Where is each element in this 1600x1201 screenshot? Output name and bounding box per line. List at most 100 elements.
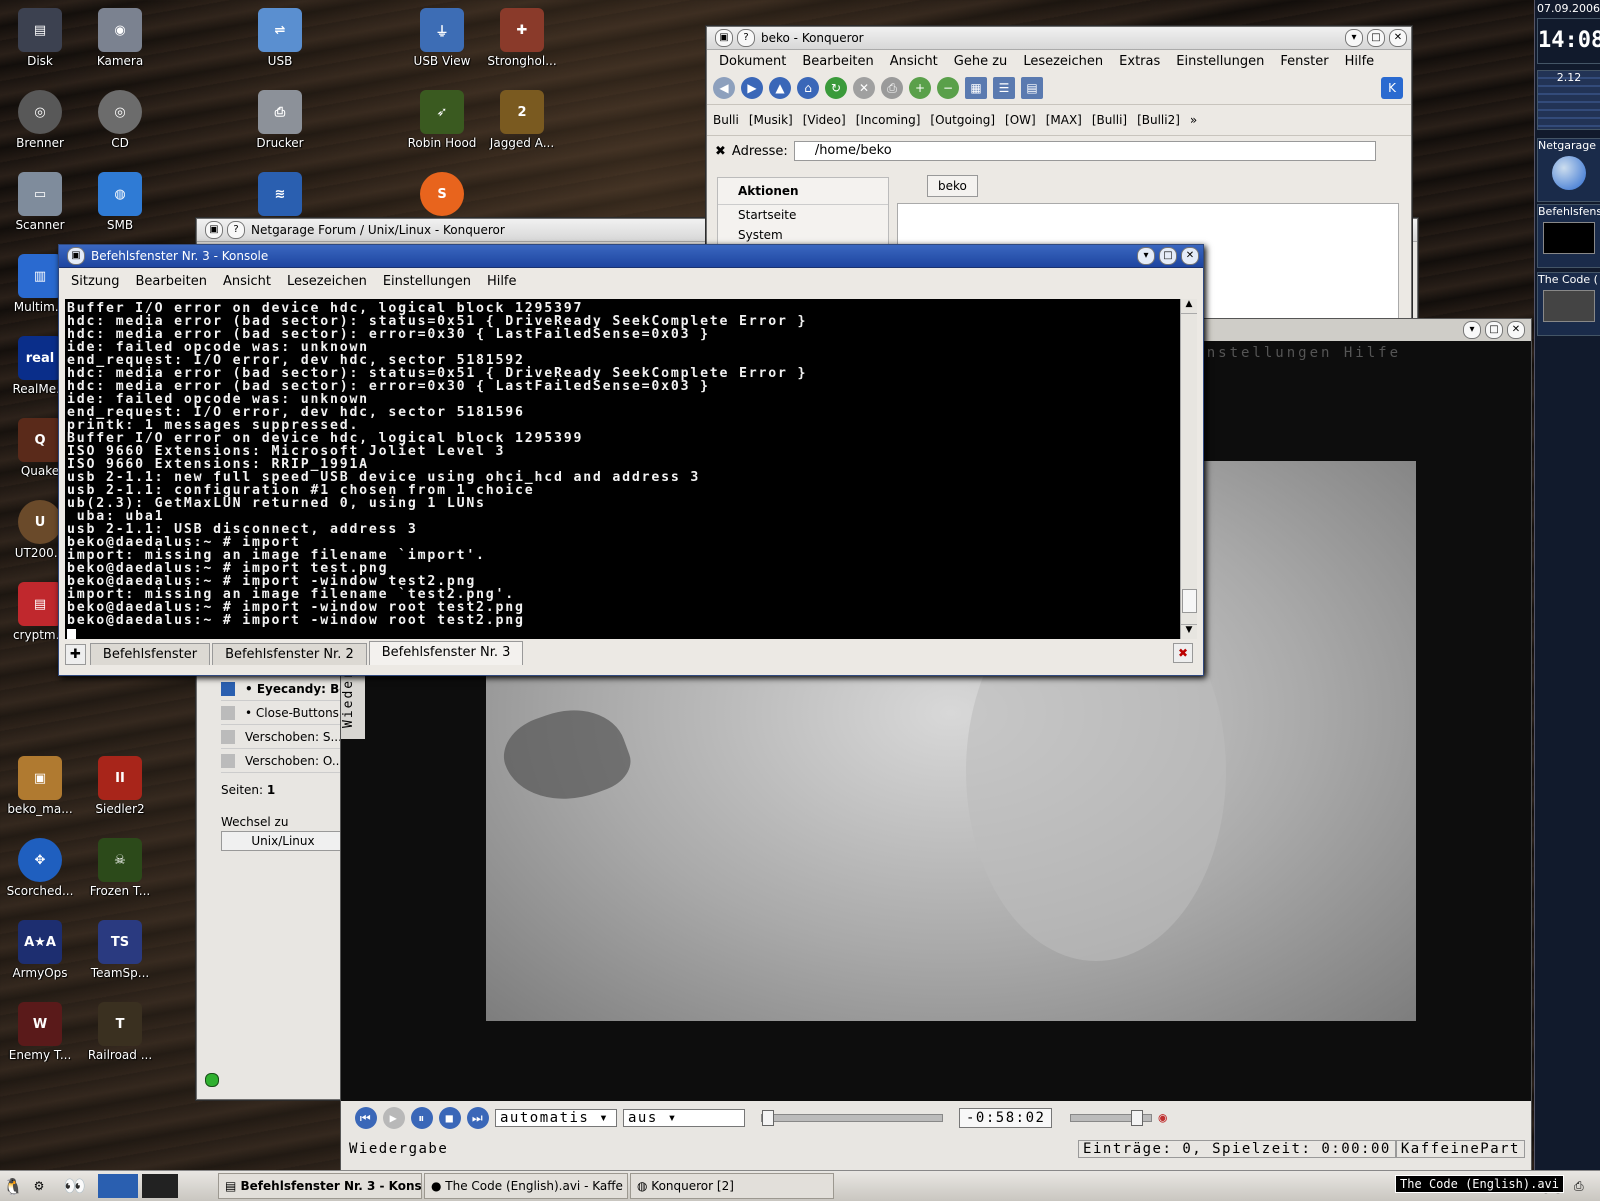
menu-gehe-zu[interactable]: Gehe zu <box>946 54 1016 69</box>
panel-clock[interactable]: 14:08 <box>1537 18 1600 64</box>
tab-befehlsfenster-3[interactable]: Befehlsfenster Nr. 3 <box>368 641 524 665</box>
menu-einstellungen[interactable]: Einstellungen <box>375 274 479 289</box>
desktop-icon-cd[interactable]: ◎ CD <box>82 90 158 150</box>
maximize-icon[interactable]: □ <box>1159 247 1177 265</box>
icon-view-icon[interactable]: ▦ <box>965 77 987 99</box>
clear-location-icon[interactable]: ✖ <box>715 144 726 159</box>
view-tab[interactable]: beko <box>927 175 978 197</box>
desktop-icon-drucker[interactable]: ⎙ Drucker <box>242 90 318 150</box>
next-icon[interactable]: ⏭ <box>467 1107 489 1129</box>
position-slider-knob[interactable] <box>762 1110 774 1126</box>
forward-icon[interactable]: ▶ <box>741 77 763 99</box>
desktop-icon-scanner[interactable]: ▭ Scanner <box>2 172 78 232</box>
reload-icon[interactable]: ↻ <box>825 77 847 99</box>
desktop-icon-robin-hood[interactable]: ➶ Robin Hood <box>404 90 480 150</box>
desktop-pager-icon[interactable] <box>98 1174 138 1198</box>
desktop-icon-frozen-throne[interactable]: ☠ Frozen T... <box>82 838 158 898</box>
desktop-icon-enemy-territory[interactable]: W Enemy T... <box>2 1002 78 1062</box>
print-icon[interactable]: ⎙ <box>881 77 903 99</box>
menu-bearbeiten[interactable]: Bearbeiten <box>794 54 881 69</box>
konsole-app-icon[interactable]: ▣ <box>67 247 85 265</box>
menu-lesezeichen[interactable]: Lesezeichen <box>279 274 375 289</box>
panel-cpu-graph[interactable]: 2.12 <box>1537 70 1600 130</box>
menu-hilfe[interactable]: Hilfe <box>1337 54 1383 69</box>
position-slider[interactable] <box>761 1110 943 1126</box>
menu-ansicht[interactable]: Ansicht <box>215 274 279 289</box>
desktop-icon-disk[interactable]: ▤ Disk <box>2 8 78 68</box>
zoom-out-icon[interactable]: − <box>937 77 959 99</box>
desktop-icon-usb[interactable]: ⇌ USB <box>242 8 318 68</box>
terminal-output[interactable]: Buffer I/O error on device hdc, logical … <box>65 299 1183 639</box>
bookmark-bulli-2[interactable]: [Bulli] <box>1092 113 1127 127</box>
taskbar-app-icon[interactable] <box>142 1174 178 1198</box>
menu-lesezeichen[interactable]: Lesezeichen <box>1015 54 1111 69</box>
new-session-icon[interactable]: ✚ <box>65 644 86 665</box>
up-icon[interactable]: ▲ <box>769 77 791 99</box>
desktop-icon-smb[interactable]: ◍ SMB <box>82 172 158 232</box>
time-display[interactable]: -0:58:02 <box>959 1108 1053 1128</box>
window-menu-icon[interactable]: ▣ <box>715 29 733 47</box>
menu-bearbeiten[interactable]: Bearbeiten <box>128 274 215 289</box>
task-befehlsfenster-3[interactable]: ▤ Befehlsfenster Nr. 3 - Konso <box>218 1173 422 1199</box>
menu-fenster[interactable]: Fenster <box>1272 54 1336 69</box>
eyes-icon[interactable]: 👀 <box>52 1176 98 1197</box>
desktop-icon-railroad[interactable]: T Railroad ... <box>82 1002 158 1062</box>
pause-icon[interactable]: ⏸ <box>411 1107 433 1129</box>
minimize-icon[interactable]: ▾ <box>1137 247 1155 265</box>
stop-icon[interactable]: ■ <box>439 1107 461 1129</box>
bookmark-incoming[interactable]: [Incoming] <box>856 113 921 127</box>
bookmark-ow[interactable]: [OW] <box>1005 113 1036 127</box>
scroll-down-icon[interactable]: ▼ <box>1181 624 1197 639</box>
more-bookmarks-icon[interactable]: » <box>1190 113 1197 127</box>
minimize-icon[interactable]: ▾ <box>1463 321 1481 339</box>
tab-befehlsfenster[interactable]: Befehlsfenster <box>89 643 211 665</box>
panel-item-befehlsfenster[interactable]: Befehlsfenst <box>1537 204 1600 268</box>
switch-select[interactable]: Unix/Linux <box>221 831 345 851</box>
desktop-icon-scorched[interactable]: ✥ Scorched... <box>2 838 78 898</box>
menu-sitzung[interactable]: Sitzung <box>63 274 128 289</box>
desktop-icon-brenner[interactable]: ◎ Brenner <box>2 90 78 150</box>
tab-befehlsfenster-2[interactable]: Befehlsfenster Nr. 2 <box>212 643 367 665</box>
bookmark-bulli[interactable]: Bulli <box>713 113 739 127</box>
network-tool-icon[interactable]: ⚙ <box>26 1179 52 1193</box>
previous-icon[interactable]: ⏮ <box>355 1107 377 1129</box>
help-icon[interactable]: ? <box>227 221 245 239</box>
desktop-icon-jagged-alliance[interactable]: 2 Jagged A... <box>484 90 560 150</box>
terminal-scrollbar[interactable]: ▲ ▼ <box>1180 299 1197 639</box>
maximize-icon[interactable]: □ <box>1367 29 1385 47</box>
desktop-icon-partial[interactable]: ≋ <box>242 172 318 218</box>
maximize-icon[interactable]: □ <box>1485 321 1503 339</box>
desktop-icon-skype[interactable]: S <box>404 172 480 218</box>
close-icon[interactable]: ✕ <box>1181 247 1199 265</box>
desktop-icon-beko-mail[interactable]: ▣ beko_ma... <box>2 756 78 816</box>
desktop-icon-armyops[interactable]: A★A ArmyOps <box>2 920 78 980</box>
help-icon[interactable]: ? <box>737 29 755 47</box>
sidebar-item-startseite[interactable]: Startseite <box>718 205 888 225</box>
minimize-icon[interactable]: ▾ <box>1345 29 1363 47</box>
menu-dokument[interactable]: Dokument <box>711 54 794 69</box>
list-view-icon[interactable]: ☰ <box>993 77 1015 99</box>
panel-item-netgarage[interactable]: Netgarage <box>1537 138 1600 202</box>
back-icon[interactable]: ◀ <box>713 77 735 99</box>
bookmark-max[interactable]: [MAX] <box>1046 113 1082 127</box>
menu-ansicht[interactable]: Ansicht <box>882 54 946 69</box>
mute-icon[interactable]: ◉ <box>1158 1110 1168 1126</box>
printer-tray-icon[interactable]: ⎙ <box>1574 1179 1600 1194</box>
panel-item-the-code[interactable]: The Code ( <box>1537 272 1600 336</box>
titlebar[interactable]: ▣ ? beko - Konqueror ▾ □ ✕ <box>707 27 1411 50</box>
bookmark-musik[interactable]: [Musik] <box>749 113 793 127</box>
menu-hilfe[interactable]: Hilfe <box>479 274 525 289</box>
volume-slider-knob[interactable] <box>1130 1110 1143 1126</box>
desktop-icon-stronghold[interactable]: ✚ Stronghol... <box>484 8 560 68</box>
stop-icon[interactable]: ✕ <box>853 77 875 99</box>
scroll-up-icon[interactable]: ▲ <box>1181 299 1197 314</box>
task-kaffeine[interactable]: ● The Code (English).avi - Kaffe <box>424 1173 628 1199</box>
kde-menu-icon[interactable]: 🐧 <box>0 1177 26 1196</box>
scrollbar-thumb[interactable] <box>1182 589 1197 613</box>
close-session-icon[interactable]: ✖ <box>1172 643 1193 663</box>
bookmark-video[interactable]: [Video] <box>803 113 846 127</box>
tree-view-icon[interactable]: ▤ <box>1021 77 1043 99</box>
subtitle-select[interactable]: aus ▾ <box>623 1109 745 1127</box>
desktop-icon-siedler2[interactable]: II Siedler2 <box>82 756 158 816</box>
window-menu-icon[interactable]: ▣ <box>205 221 223 239</box>
